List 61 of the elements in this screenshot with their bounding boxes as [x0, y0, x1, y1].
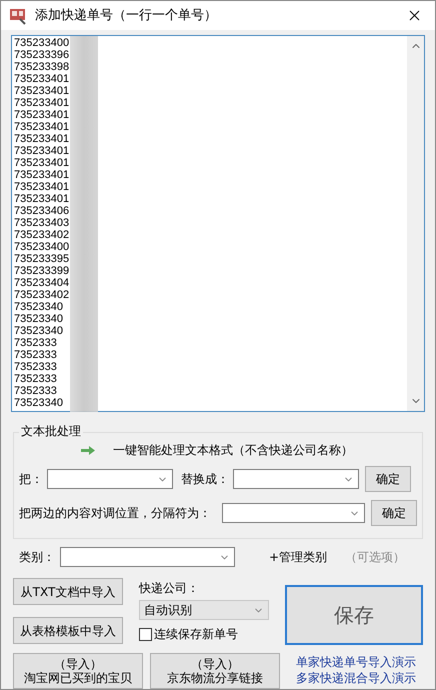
app-icon [9, 6, 27, 24]
tracking-number: 735233403 [14, 217, 70, 229]
import-table-button[interactable]: 从表格模板中导入 [13, 617, 123, 644]
tracking-number: 7352333 [14, 349, 57, 361]
courier-label: 快递公司： [139, 580, 200, 597]
demo-link[interactable]: 单家快递单号导入演示 [296, 654, 416, 670]
scrollbar[interactable] [407, 36, 424, 411]
tracking-number: 735233401 [14, 133, 70, 145]
save-button[interactable]: 保存 [285, 585, 423, 645]
tracking-number: 735233401 [14, 97, 70, 109]
tracking-number: 735233400 [14, 241, 70, 253]
tracking-number: 735233406 [14, 205, 70, 217]
tracking-number: 735233395 [14, 253, 70, 265]
tracking-number: 735233401 [14, 121, 70, 133]
courier-combo[interactable]: 自动识别 [139, 600, 269, 620]
tracking-number-list[interactable] [11, 35, 425, 412]
tracking-number: 735233400 [14, 37, 70, 49]
import-source-button[interactable]: （导入） 京东物流分享链接 [150, 653, 280, 689]
tracking-number: 735233401 [14, 85, 70, 97]
find-combo[interactable] [47, 469, 173, 489]
tracking-number: 735233402 [14, 289, 70, 301]
tracking-number: 735233401 [14, 73, 70, 85]
group-title: 文本批处理 [19, 423, 83, 439]
tracking-number: 735233404 [14, 277, 70, 289]
tracking-number: 73523340 [14, 313, 63, 325]
window-title: 添加快递单号（一行一个单号） [35, 6, 218, 25]
category-label: 类别： [19, 549, 56, 566]
tracking-number: 7352333 [14, 361, 57, 373]
tracking-number: 735233398 [14, 61, 70, 73]
checkbox[interactable] [139, 628, 152, 640]
tracking-number: 735233401 [14, 145, 70, 157]
tracking-number: 735233401 [14, 181, 70, 193]
tracking-number: 7352333 [14, 373, 57, 385]
replace-with-label: 替换成： [181, 471, 229, 488]
tracking-number: 735233399 [14, 265, 70, 277]
import-txt-button[interactable]: 从TXT文档中导入 [13, 578, 123, 605]
tracking-number: 73523340 [14, 301, 63, 313]
smart-format-link[interactable]: 一键智能处理文本格式（不含快递公司名称） [113, 441, 353, 459]
swap-confirm-button[interactable]: 确定 [371, 500, 417, 526]
replace-label: 把： [19, 471, 43, 488]
tracking-number: 73523340 [14, 397, 63, 409]
separator-combo[interactable] [222, 503, 365, 523]
checkbox-label: 连续保存新单号 [154, 626, 238, 643]
arrow-icon [81, 446, 95, 454]
tracking-number: 73523340 [14, 325, 63, 337]
tracking-number: 7352333 [14, 385, 57, 397]
tracking-number: 735233401 [14, 157, 70, 169]
tracking-number: 735233401 [14, 109, 70, 121]
manage-category-link[interactable]: +管理类别 [269, 548, 328, 566]
category-combo[interactable] [60, 547, 235, 567]
tracking-number: 735233402 [14, 229, 70, 241]
tracking-number: 7352333 [14, 337, 57, 349]
demo-link[interactable]: 多家快递混合导入演示 [296, 670, 416, 686]
replace-confirm-button[interactable]: 确定 [365, 466, 411, 492]
optional-hint: （可选项） [345, 549, 406, 566]
tracking-number: 735233396 [14, 49, 70, 61]
import-source-button[interactable]: （导入） 淘宝网已买到的宝贝 [13, 653, 143, 689]
swap-label: 把两边的内容对调位置，分隔符为： [19, 505, 212, 522]
tracking-number: 735233401 [14, 193, 70, 205]
tracking-number: 735233401 [14, 169, 70, 181]
replace-combo[interactable] [233, 469, 359, 489]
